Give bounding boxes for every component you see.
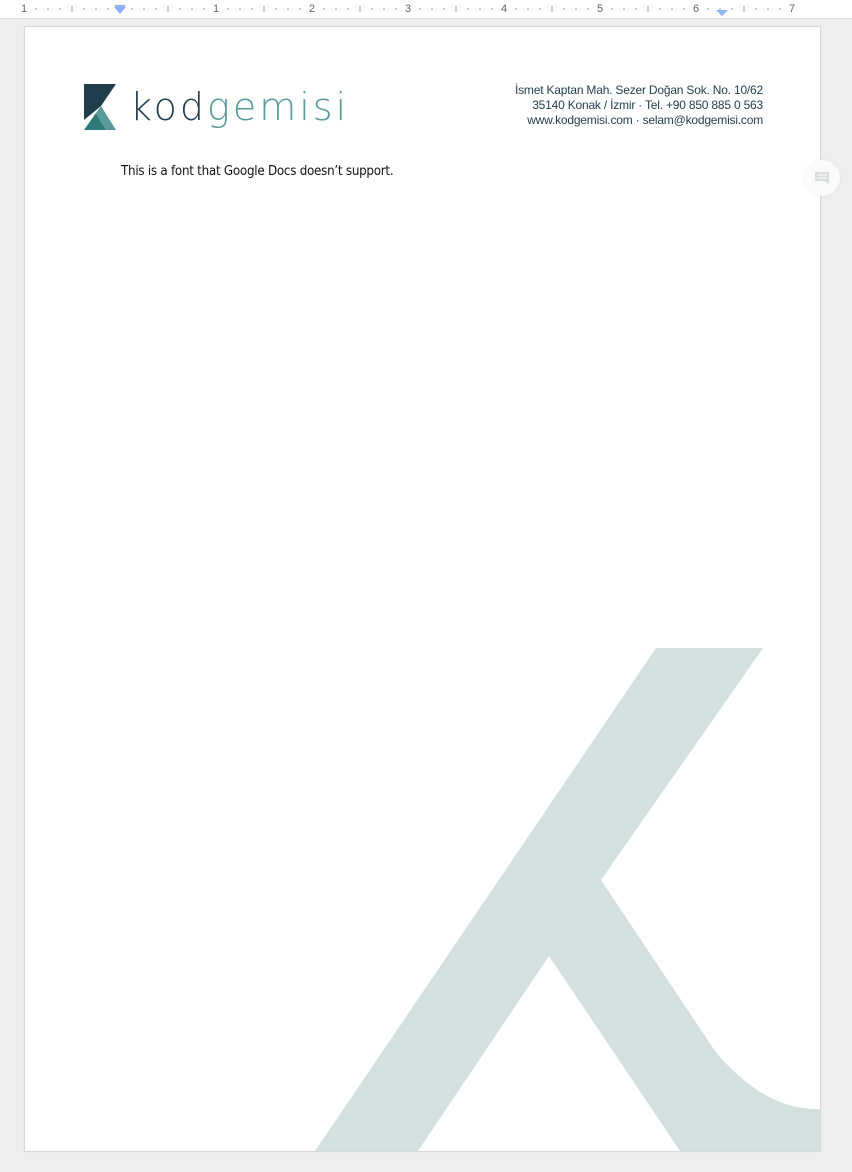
address-line: İsmet Kaptan Mah. Sezer Doğan Sok. No. 1… bbox=[514, 83, 763, 97]
address-line: www.kodgemisi.com · selam@kodgemisi.com bbox=[527, 113, 763, 127]
ruler-number: 3 bbox=[404, 3, 412, 15]
add-comment-button[interactable] bbox=[804, 160, 840, 196]
ruler-ticks bbox=[35, 5, 781, 16]
first-line-indent-marker bbox=[115, 5, 125, 7]
left-indent-marker bbox=[114, 7, 126, 14]
logo-kod-text: kod bbox=[130, 85, 208, 129]
ruler-number: 1 bbox=[212, 3, 220, 15]
address-line: 35140 Konak / İzmir · Tel. +90 850 885 0… bbox=[532, 98, 763, 112]
ruler-number: 5 bbox=[596, 3, 604, 15]
logo-wordmark: kodgemisi bbox=[130, 85, 349, 129]
ruler-number: 2 bbox=[308, 3, 316, 15]
ruler-number: 6 bbox=[692, 3, 700, 15]
k-watermark-graphic bbox=[315, 648, 820, 1151]
document-page[interactable]: kodgemisi İsmet Kaptan Mah. Sezer Doğan … bbox=[24, 26, 821, 1152]
logo-gemisi-text: gemisi bbox=[207, 85, 350, 129]
letterhead-address: İsmet Kaptan Mah. Sezer Doğan Sok. No. 1… bbox=[515, 83, 763, 128]
ruler-number: 1 bbox=[20, 3, 28, 15]
add-comment-icon bbox=[815, 172, 829, 184]
right-indent-marker bbox=[716, 10, 728, 16]
document-body-text[interactable]: This is a font that Google Docs doesn’t … bbox=[121, 164, 394, 179]
ruler-number: 4 bbox=[500, 3, 508, 15]
ruler-number: 7 bbox=[788, 3, 796, 15]
k-logo-icon bbox=[84, 84, 116, 130]
horizontal-ruler[interactable]: 1 1 2 3 4 5 6 7 bbox=[0, 0, 852, 19]
